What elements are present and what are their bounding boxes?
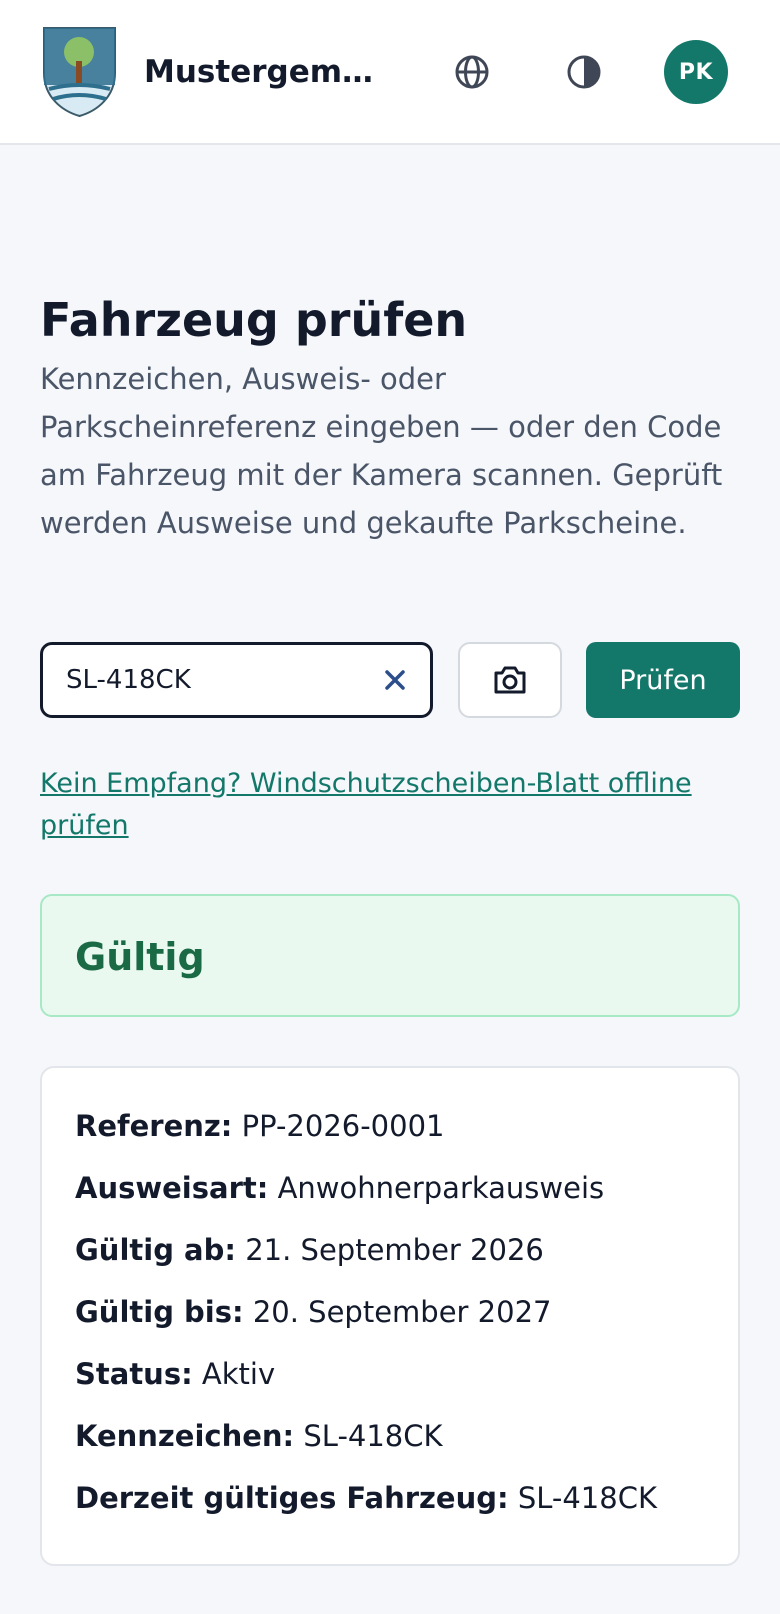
detail-row-permit-type: Ausweisart: Anwohnerparkausweis: [75, 1171, 605, 1205]
check-button[interactable]: Prüfen: [586, 642, 740, 718]
globe-icon: [455, 55, 489, 89]
app-header: Mustergemeinde PK: [0, 0, 780, 145]
detail-row-valid-until: Gültig bis: 20. September 2027: [75, 1295, 552, 1329]
offline-check-link[interactable]: Kein Empfang? Windschutzscheiben-Blatt o…: [40, 763, 740, 847]
page-title: Fahrzeug prüfen: [40, 293, 468, 347]
clear-search-button[interactable]: [377, 662, 413, 698]
camera-scan-button[interactable]: [458, 642, 562, 718]
language-button[interactable]: [438, 38, 506, 106]
page-intro: Kennzeichen, Ausweis- oder Parkscheinref…: [40, 362, 723, 540]
search-input[interactable]: [66, 645, 366, 715]
detail-row-plate: Kennzeichen: SL-418CK: [75, 1419, 443, 1453]
detail-row-current-vehicle: Derzeit gültiges Fahrzeug: SL-418CK: [75, 1481, 657, 1515]
detail-row-reference: Referenz: PP-2026-0001: [75, 1109, 445, 1143]
detail-row-status: Status: Aktiv: [75, 1357, 276, 1391]
detail-row-valid-from: Gültig ab: 21. September 2026: [75, 1233, 544, 1267]
theme-toggle-button[interactable]: [550, 38, 618, 106]
search-field[interactable]: [40, 642, 433, 718]
contrast-icon: [567, 55, 601, 89]
result-status-box: Gültig: [40, 894, 740, 1017]
result-status-label: Gültig: [75, 935, 205, 979]
permit-details-card: Referenz: PP-2026-0001 Ausweisart: Anwoh…: [40, 1066, 740, 1566]
close-icon: [385, 670, 405, 690]
user-avatar[interactable]: PK: [664, 40, 728, 104]
app-title: Mustergemeinde: [144, 54, 389, 90]
camera-icon: [494, 666, 526, 694]
municipal-crest-logo[interactable]: [41, 25, 118, 118]
